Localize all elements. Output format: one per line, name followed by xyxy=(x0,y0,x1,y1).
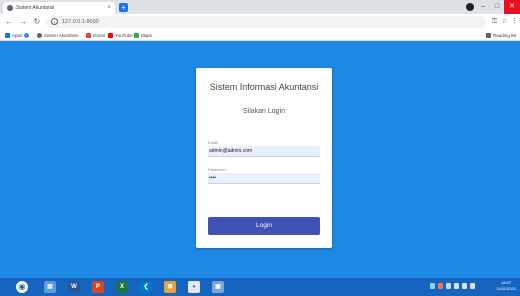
photos-icon[interactable]: ▣ xyxy=(212,281,224,293)
xampp-icon[interactable]: ⊠ xyxy=(164,281,176,293)
maps-icon xyxy=(134,33,139,38)
reading-list[interactable]: Reading list xyxy=(486,31,517,40)
bookmark-maps[interactable]: Maps xyxy=(134,31,152,40)
youtube-icon xyxy=(108,33,113,38)
vscode-icon[interactable]: ❮ xyxy=(140,281,152,293)
globe-icon xyxy=(37,33,42,38)
maximize-icon[interactable]: □ xyxy=(490,0,504,14)
bookmark-label: Gmail xyxy=(93,33,105,38)
language-icon[interactable] xyxy=(470,283,475,289)
tab-title: Sistem Akuntansi xyxy=(16,5,55,11)
url-text: 127.0.0.1:8000 xyxy=(62,19,99,25)
bookmark-label: YouTube xyxy=(115,33,133,38)
login-subtitle: Silakan Login xyxy=(242,108,286,115)
browser-toolbar: ← → ↻ i 127.0.0.1:8000 ⚿ ☆ ⋮ xyxy=(0,14,520,30)
bookmark-apps[interactable]: Apps xyxy=(5,31,22,40)
start-icon[interactable]: ◉ xyxy=(16,281,28,293)
chrome-icon[interactable]: ● xyxy=(188,281,200,293)
reading-list-label: Reading list xyxy=(493,33,517,38)
login-card: Sistem Informasi Akuntansi Silakan Login… xyxy=(196,68,332,248)
login-button[interactable]: Login xyxy=(208,217,320,235)
bookmarks-bar: Apps Sistem Akuntansi Gmail YouTube Maps… xyxy=(0,30,520,41)
close-window-icon[interactable]: ✕ xyxy=(504,0,520,14)
address-bar[interactable]: i 127.0.0.1:8000 xyxy=(46,16,486,28)
tray-app-icon[interactable] xyxy=(446,283,451,289)
reload-icon[interactable]: ↻ xyxy=(32,16,42,28)
menu-icon[interactable]: ⋮ xyxy=(510,17,519,27)
email-field[interactable]: admin@admin.com xyxy=(208,146,320,157)
network-icon[interactable] xyxy=(454,283,459,289)
minimize-icon[interactable]: – xyxy=(476,0,490,14)
page-background: Sistem Informasi Akuntansi Silakan Login… xyxy=(0,42,520,278)
word-icon[interactable]: W xyxy=(68,281,80,293)
file-explorer-icon[interactable]: ▤ xyxy=(44,281,56,293)
star-icon[interactable]: ☆ xyxy=(500,17,509,27)
browser-tab[interactable]: Sistem Akuntansi × xyxy=(3,2,115,14)
bookmark-label: Maps xyxy=(141,33,153,38)
password-field[interactable]: •••• xyxy=(208,173,320,184)
tray-arrow-icon[interactable] xyxy=(430,283,435,289)
email-label: Email xyxy=(208,140,219,145)
globe-icon xyxy=(7,5,13,11)
info-icon[interactable]: i xyxy=(51,18,58,25)
google-icon xyxy=(24,33,29,38)
bookmark-youtube[interactable]: YouTube xyxy=(108,31,133,40)
apps-icon xyxy=(5,33,10,38)
taskbar: ◉ ▤ W P X ❮ ⊠ ● ▣ 18:07 14/11/2021 xyxy=(0,278,520,296)
bookmark-label: Sistem Akuntansi xyxy=(44,33,79,38)
back-icon[interactable]: ← xyxy=(4,16,14,28)
forward-icon[interactable]: → xyxy=(18,16,28,28)
powerpoint-icon[interactable]: P xyxy=(92,281,104,293)
password-label: Password xyxy=(208,167,226,172)
extension-icon[interactable] xyxy=(466,3,474,11)
new-tab-button[interactable]: + xyxy=(119,3,128,12)
clock[interactable]: 18:07 14/11/2021 xyxy=(496,280,516,292)
tray-app-icon[interactable] xyxy=(438,283,443,289)
bookmark-label: Apps xyxy=(12,33,23,38)
bookmark-gmail[interactable]: Gmail xyxy=(86,31,105,40)
reading-list-icon xyxy=(486,33,491,38)
close-tab-icon[interactable]: × xyxy=(107,3,111,13)
page-title: Sistem Informasi Akuntansi xyxy=(209,82,319,92)
bookmark-sistem-akuntansi[interactable]: Sistem Akuntansi xyxy=(37,31,79,40)
key-icon[interactable]: ⚿ xyxy=(490,17,499,27)
volume-icon[interactable] xyxy=(462,283,467,289)
bookmark-google[interactable] xyxy=(24,31,29,40)
tab-strip: Sistem Akuntansi × + – □ ✕ xyxy=(0,0,520,14)
excel-icon[interactable]: X xyxy=(116,281,128,293)
gmail-icon xyxy=(86,33,91,38)
window-controls: – □ ✕ xyxy=(476,0,520,14)
clock-date: 14/11/2021 xyxy=(496,286,516,291)
